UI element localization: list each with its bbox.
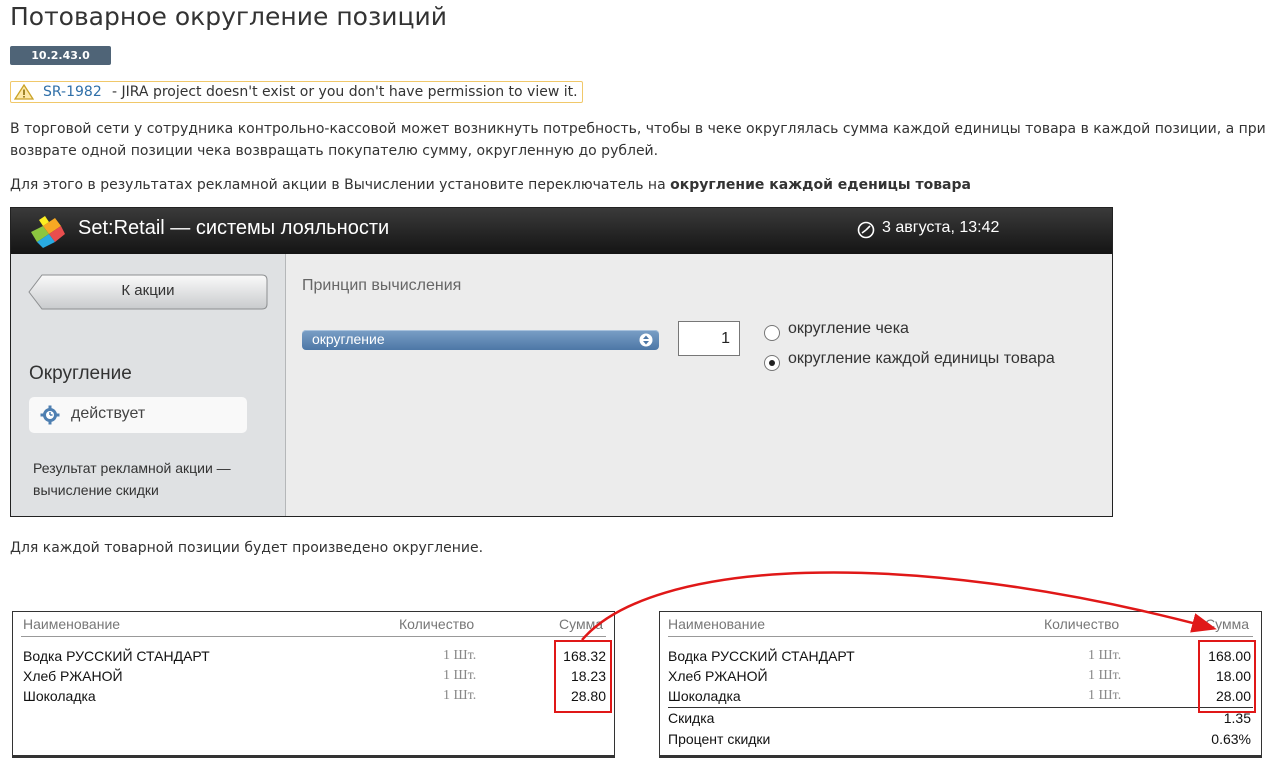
header-divider: [21, 636, 606, 637]
radio-round-each-unit-label[interactable]: округление каждой единицы товара: [788, 350, 1055, 368]
promo-type-heading: Округление: [29, 363, 132, 384]
app-main-panel: Принцип вычисления округление 1 округлен…: [286, 254, 1112, 516]
header-name: Наименование: [668, 616, 766, 632]
instruction-paragraph: Для этого в результатах рекламной акции …: [10, 174, 971, 196]
instruction-text: Для этого в результатах рекламной акции …: [10, 177, 671, 193]
calc-principle-select[interactable]: округление: [302, 330, 659, 350]
jira-issue-link[interactable]: SR-1982: [43, 82, 102, 102]
instruction-bold: округление каждой еденицы товара: [670, 177, 971, 193]
radio-round-receipt[interactable]: [764, 325, 780, 341]
calc-principle-label: Принцип вычисления: [302, 277, 462, 294]
back-button-label: К акции: [121, 282, 175, 299]
header-sum: Сумма: [559, 616, 603, 632]
discount-label: Скидка: [668, 710, 715, 726]
table-row-name: Хлеб РЖАНОЙ: [23, 668, 123, 684]
app-sidebar: К акции Округление действует Результат р…: [11, 254, 286, 516]
receipt-before: Наименование Количество Сумма Водка РУСС…: [12, 611, 615, 758]
header-qty: Количество: [1044, 616, 1120, 632]
discount-percent-value: 0.63%: [1211, 731, 1251, 747]
jira-message: - JIRA project doesn't exist or you don'…: [112, 84, 578, 100]
back-to-promo-button[interactable]: К акции: [28, 274, 268, 310]
status-badge: действует: [29, 397, 247, 433]
table-row-name: Водка РУССКИЙ СТАНДАРТ: [23, 648, 210, 664]
select-arrows-icon: [639, 333, 653, 347]
table-row-qty: 1 Шт.: [443, 688, 477, 703]
table-row-qty: 1 Шт.: [1088, 668, 1122, 683]
logo-icon: [31, 216, 65, 248]
highlight-box-after: [1198, 640, 1256, 713]
app-title: Set:Retail — системы лояльности: [78, 217, 390, 239]
promo-result-text: Результат рекламной акции — вычисление с…: [33, 460, 231, 498]
table-row-name: Шоколадка: [668, 688, 741, 704]
receipt-after: Наименование Количество Сумма Водка РУСС…: [659, 611, 1262, 758]
table-row-qty: 1 Шт.: [443, 668, 477, 683]
status-label: действует: [71, 405, 146, 422]
intro-paragraph-line-1: В торговой сети у сотрудника контрольно-…: [10, 121, 1266, 137]
table-row-qty: 1 Шт.: [443, 648, 477, 663]
warning-icon: [14, 84, 34, 100]
highlight-box-before: [554, 640, 612, 713]
header-sum: Сумма: [1205, 616, 1249, 632]
clock-icon: [857, 221, 875, 239]
app-datetime: 3 августа, 13:42: [882, 219, 1000, 236]
header-name: Наименование: [23, 616, 121, 632]
discount-percent-label: Процент скидки: [668, 731, 771, 747]
page-title: Потоварное округление позиций: [10, 2, 448, 31]
table-row-name: Шоколадка: [23, 688, 96, 704]
header-divider: [668, 636, 1253, 637]
gear-icon: [40, 405, 60, 425]
table-row-qty: 1 Шт.: [1088, 688, 1122, 703]
result-paragraph: Для каждой товарной позиции будет произв…: [10, 540, 484, 556]
radio-round-each-unit[interactable]: [764, 355, 780, 371]
intro-paragraph-line-2: возврате одной позиции чека возвращать п…: [10, 143, 659, 159]
totals-divider: [668, 707, 1253, 708]
app-header: Set:Retail — системы лояльности 3 август…: [11, 208, 1112, 254]
table-row-qty: 1 Шт.: [1088, 648, 1122, 663]
radio-round-receipt-label[interactable]: округление чека: [788, 320, 909, 338]
jira-warning: SR-1982 - JIRA project doesn't exist or …: [10, 81, 583, 103]
rounding-value-input[interactable]: 1: [678, 321, 740, 356]
table-row-name: Хлеб РЖАНОЙ: [668, 668, 768, 684]
app-screenshot: Set:Retail — системы лояльности 3 август…: [10, 207, 1113, 517]
header-qty: Количество: [399, 616, 475, 632]
radio-selected-dot: [769, 360, 775, 366]
version-badge[interactable]: 10.2.43.0: [10, 46, 111, 65]
calc-select-value: округление: [312, 331, 385, 347]
table-row-name: Водка РУССКИЙ СТАНДАРТ: [668, 648, 855, 664]
